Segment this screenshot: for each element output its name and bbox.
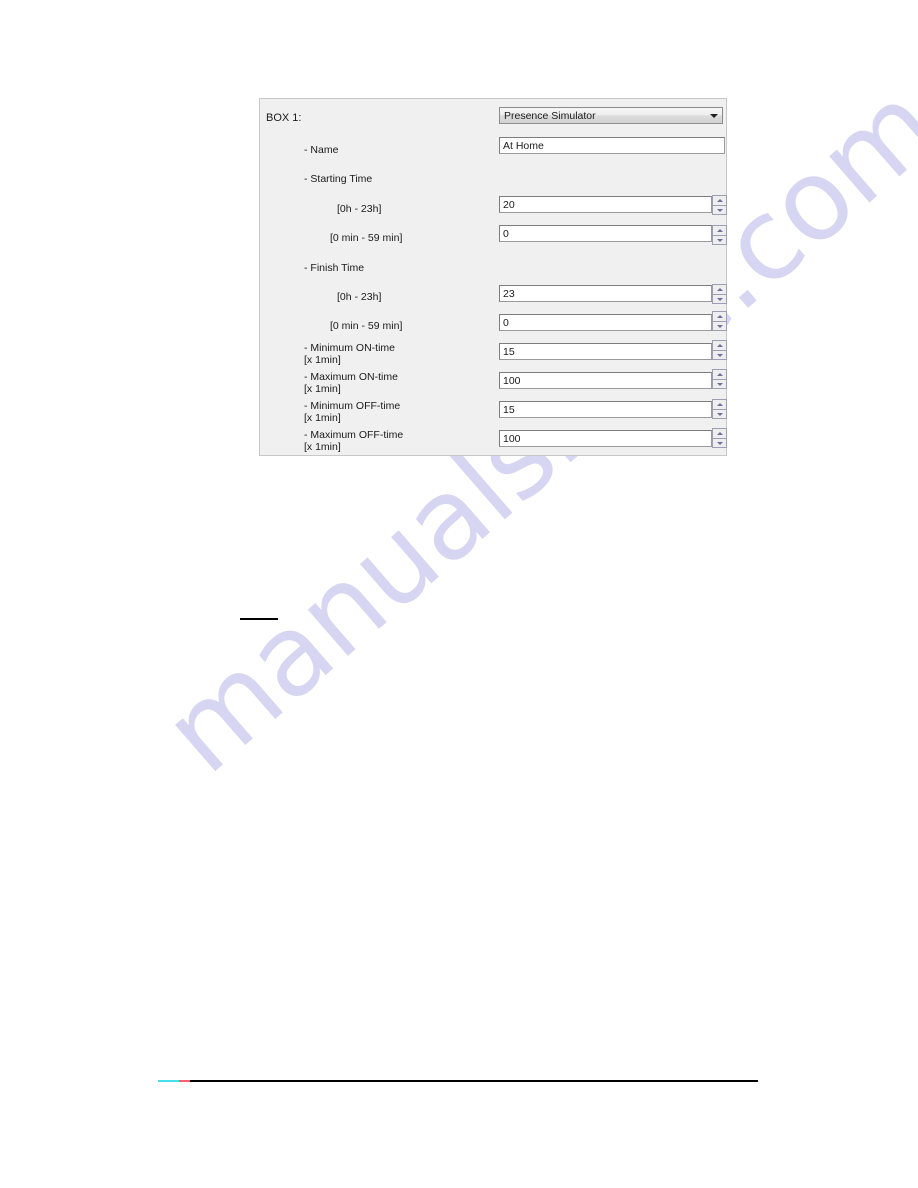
function-type-value: Presence Simulator <box>504 109 596 122</box>
stepper-down-icon[interactable] <box>712 205 727 215</box>
footer-rule-cyan-segment <box>158 1080 179 1082</box>
stepper-up-icon[interactable] <box>712 399 727 409</box>
start-hour-input[interactable]: 20 <box>499 196 712 213</box>
stepper-down-icon[interactable] <box>712 294 727 304</box>
stepper-down-icon[interactable] <box>712 321 727 331</box>
max-off-time-input[interactable]: 100 <box>499 430 712 447</box>
stepper-down-icon[interactable] <box>712 235 727 245</box>
min-on-time-input[interactable]: 15 <box>499 343 712 360</box>
stepper-up-icon[interactable] <box>712 428 727 438</box>
section-label-starting-time: - Starting Time <box>304 173 373 185</box>
field-label-min-off-time: - Minimum OFF-time [x 1min] <box>304 400 401 424</box>
field-label-name: - Name <box>304 144 339 156</box>
section-label-finish-time: - Finish Time <box>304 262 365 274</box>
field-label-finish-hour: [0h - 23h] <box>337 291 382 303</box>
field-label-min-on-time: - Minimum ON-time [x 1min] <box>304 342 395 366</box>
stepper-down-icon[interactable] <box>712 379 727 389</box>
start-minute-stepper[interactable] <box>712 225 727 245</box>
start-hour-stepper[interactable] <box>712 195 727 215</box>
stepper-up-icon[interactable] <box>712 195 727 205</box>
start-minute-input[interactable]: 0 <box>499 225 712 242</box>
finish-minute-stepper[interactable] <box>712 311 727 331</box>
stepper-up-icon[interactable] <box>712 340 727 350</box>
page-short-rule <box>240 618 278 620</box>
field-label-start-hour: [0h - 23h] <box>337 203 382 215</box>
stepper-down-icon[interactable] <box>712 409 727 419</box>
stepper-up-icon[interactable] <box>712 369 727 379</box>
stepper-down-icon[interactable] <box>712 438 727 448</box>
max-on-time-stepper[interactable] <box>712 369 727 389</box>
page-footer-rule <box>158 1080 758 1082</box>
box-number-label: BOX 1: <box>266 112 302 124</box>
max-off-time-stepper[interactable] <box>712 428 727 448</box>
chevron-down-icon[interactable] <box>706 108 722 123</box>
field-label-finish-minute: [0 min - 59 min] <box>330 320 403 332</box>
finish-hour-input[interactable]: 23 <box>499 285 712 302</box>
field-label-max-on-time: - Maximum ON-time [x 1min] <box>304 371 398 395</box>
min-off-time-input[interactable]: 15 <box>499 401 712 418</box>
stepper-up-icon[interactable] <box>712 225 727 235</box>
presence-simulator-panel: BOX 1: Presence Simulator - Name At Home… <box>259 98 727 456</box>
footer-rule-red-segment <box>179 1080 190 1082</box>
finish-hour-stepper[interactable] <box>712 284 727 304</box>
name-input[interactable]: At Home <box>499 137 725 154</box>
min-off-time-stepper[interactable] <box>712 399 727 419</box>
stepper-up-icon[interactable] <box>712 284 727 294</box>
min-on-time-stepper[interactable] <box>712 340 727 360</box>
max-on-time-input[interactable]: 100 <box>499 372 712 389</box>
footer-rule-black-segment <box>190 1080 758 1082</box>
field-label-max-off-time: - Maximum OFF-time [x 1min] <box>304 429 404 453</box>
field-label-start-minute: [0 min - 59 min] <box>330 232 403 244</box>
stepper-down-icon[interactable] <box>712 350 727 360</box>
stepper-up-icon[interactable] <box>712 311 727 321</box>
function-type-select[interactable]: Presence Simulator <box>499 107 723 124</box>
finish-minute-input[interactable]: 0 <box>499 314 712 331</box>
